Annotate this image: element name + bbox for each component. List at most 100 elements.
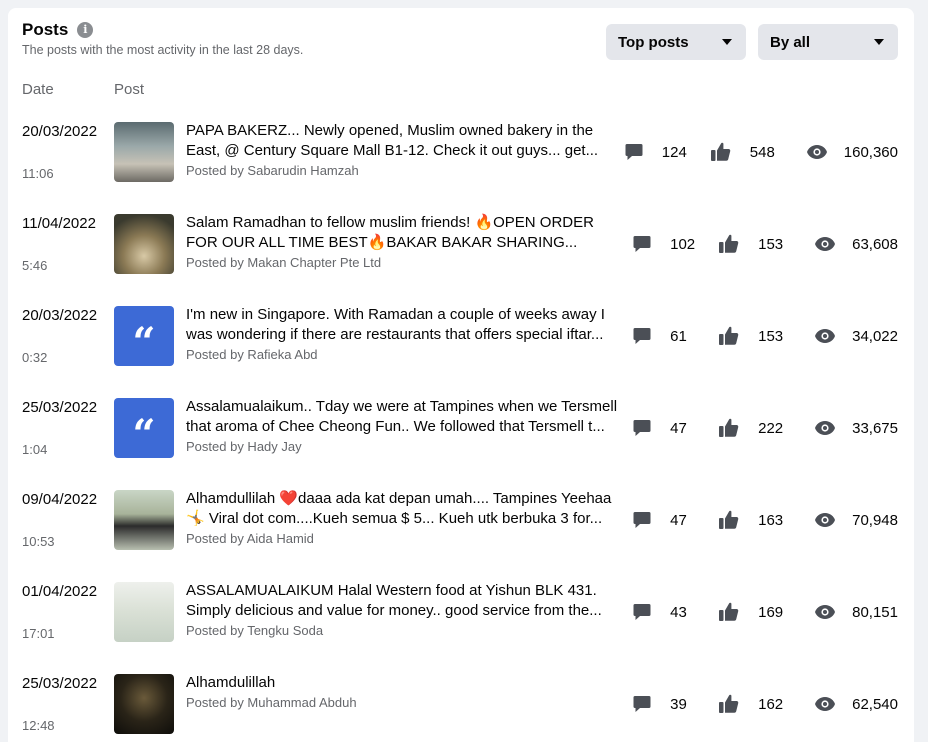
post-text[interactable]: ASSALAMUALAIKUM Halal Western food at Yi… xyxy=(186,581,626,621)
post-author: Posted by Hady Jay xyxy=(186,439,302,454)
post-author: Posted by Sabarudin Hamzah xyxy=(186,163,359,178)
views-count: 62,540 xyxy=(852,695,898,713)
thumbs-up-icon xyxy=(710,141,732,163)
views-stat: 80,151 xyxy=(814,604,898,621)
post-author: Posted by Aida Hamid xyxy=(186,531,314,546)
eye-icon xyxy=(814,696,836,712)
post-stats: 43 169 80,151 xyxy=(632,600,898,624)
views-stat: 160,360 xyxy=(806,144,898,161)
post-content[interactable]: ASSALAMUALAIKUM Halal Western food at Yi… xyxy=(186,581,626,640)
post-content[interactable]: Assalamualaikum.. Tday we were at Tampin… xyxy=(186,397,626,456)
quote-icon[interactable]: “ xyxy=(114,306,174,366)
comments-count: 61 xyxy=(670,327,687,345)
thumbs-up-icon xyxy=(718,509,740,531)
likes-count: 153 xyxy=(758,327,784,345)
posts-card: Posts i The posts with the most activity… xyxy=(8,8,914,742)
post-time: 0:32 xyxy=(22,350,48,365)
likes-stat: 222 xyxy=(718,417,786,439)
post-content[interactable]: Alhamdullilah ❤️daaa ada kat depan umah.… xyxy=(186,489,626,548)
comment-icon xyxy=(632,418,652,438)
post-text[interactable]: Alhamdulillah xyxy=(186,673,626,693)
eye-icon xyxy=(814,328,836,344)
eye-icon xyxy=(814,512,836,528)
comment-icon xyxy=(632,326,652,346)
thumbs-up-icon xyxy=(718,325,740,347)
views-stat: 63,608 xyxy=(814,236,898,253)
likes-count: 163 xyxy=(758,511,784,529)
comments-count: 124 xyxy=(661,143,687,161)
post-stats: 47 222 33,675 xyxy=(632,416,898,440)
post-time: 10:53 xyxy=(22,534,55,549)
views-stat: 34,022 xyxy=(814,328,898,345)
post-text[interactable]: Assalamualaikum.. Tday we were at Tampin… xyxy=(186,397,626,437)
eye-icon xyxy=(806,144,828,160)
posts-list: 20/03/2022 11:06 PAPA BAKERZ... Newly op… xyxy=(8,121,914,742)
post-stats: 61 153 34,022 xyxy=(632,324,898,348)
likes-count: 162 xyxy=(758,695,784,713)
views-count: 80,151 xyxy=(852,603,898,621)
post-author: Posted by Makan Chapter Pte Ltd xyxy=(186,255,382,270)
post-thumbnail[interactable] xyxy=(114,674,174,734)
post-text[interactable]: Alhamdullilah ❤️daaa ada kat depan umah.… xyxy=(186,489,626,529)
views-count: 34,022 xyxy=(852,327,898,345)
post-stats: 102 153 63,608 xyxy=(632,232,898,256)
post-row[interactable]: 09/04/2022 10:53 Alhamdullilah ❤️daaa ad… xyxy=(8,489,914,581)
sort-dropdown-label: Top posts xyxy=(618,33,689,51)
caret-down-icon xyxy=(722,39,732,45)
post-thumbnail[interactable] xyxy=(114,122,174,182)
post-date: 11/04/2022 xyxy=(22,215,96,232)
eye-icon xyxy=(814,604,836,620)
filter-dropdown-label: By all xyxy=(770,33,811,51)
post-content[interactable]: I'm new in Singapore. With Ramadan a cou… xyxy=(186,305,626,364)
comment-icon xyxy=(624,142,644,162)
likes-stat: 153 xyxy=(718,325,786,347)
likes-stat: 162 xyxy=(718,693,786,715)
comments-stat: 43 xyxy=(632,602,696,622)
comments-stat: 39 xyxy=(632,694,696,714)
post-content[interactable]: Salam Ramadhan to fellow muslim friends!… xyxy=(186,213,626,272)
card-header: Posts i xyxy=(22,20,94,40)
comments-stat: 102 xyxy=(632,234,696,254)
eye-icon xyxy=(814,420,836,436)
post-stats: 39 162 62,540 xyxy=(632,692,898,716)
post-row[interactable]: 25/03/2022 1:04 “ Assalamualaikum.. Tday… xyxy=(8,397,914,489)
post-time: 5:46 xyxy=(22,258,48,273)
likes-stat: 163 xyxy=(718,509,786,531)
post-date: 20/03/2022 xyxy=(22,307,98,324)
post-date: 09/04/2022 xyxy=(22,491,98,508)
post-text[interactable]: PAPA BAKERZ... Newly opened, Muslim owne… xyxy=(186,121,626,161)
post-content[interactable]: Alhamdulillah Posted by Muhammad Abduh xyxy=(186,673,626,712)
likes-count: 222 xyxy=(758,419,784,437)
quote-icon[interactable]: “ xyxy=(114,398,174,458)
post-text[interactable]: I'm new in Singapore. With Ramadan a cou… xyxy=(186,305,626,345)
post-content[interactable]: PAPA BAKERZ... Newly opened, Muslim owne… xyxy=(186,121,626,180)
sort-dropdown[interactable]: Top posts xyxy=(606,24,746,60)
filter-dropdown[interactable]: By all xyxy=(758,24,898,60)
post-row[interactable]: 11/04/2022 5:46 Salam Ramadhan to fellow… xyxy=(8,213,914,305)
post-thumbnail[interactable] xyxy=(114,490,174,550)
post-row[interactable]: 01/04/2022 17:01 ASSALAMUALAIKUM Halal W… xyxy=(8,581,914,673)
comments-stat: 47 xyxy=(632,510,696,530)
views-count: 33,675 xyxy=(852,419,898,437)
post-thumbnail[interactable] xyxy=(114,214,174,274)
post-row[interactable]: 25/03/2022 12:48 Alhamdulillah Posted by… xyxy=(8,673,914,742)
comments-count: 43 xyxy=(670,603,687,621)
thumbs-up-icon xyxy=(718,233,740,255)
post-row[interactable]: 20/03/2022 0:32 “ I'm new in Singapore. … xyxy=(8,305,914,397)
thumbs-up-icon xyxy=(718,693,740,715)
post-row[interactable]: 20/03/2022 11:06 PAPA BAKERZ... Newly op… xyxy=(8,121,914,213)
page-title: Posts xyxy=(22,20,69,39)
post-date: 25/03/2022 xyxy=(22,399,98,416)
views-stat: 70,948 xyxy=(814,512,898,529)
post-text[interactable]: Salam Ramadhan to fellow muslim friends!… xyxy=(186,213,626,253)
post-time: 1:04 xyxy=(22,442,48,457)
likes-stat: 169 xyxy=(718,601,786,623)
likes-stat: 548 xyxy=(710,141,778,163)
info-icon[interactable]: i xyxy=(77,22,94,38)
views-count: 160,360 xyxy=(843,143,898,161)
likes-count: 169 xyxy=(758,603,784,621)
likes-count: 548 xyxy=(749,143,775,161)
post-author: Posted by Tengku Soda xyxy=(186,623,324,638)
post-thumbnail[interactable] xyxy=(114,582,174,642)
post-date: 01/04/2022 xyxy=(22,583,98,600)
